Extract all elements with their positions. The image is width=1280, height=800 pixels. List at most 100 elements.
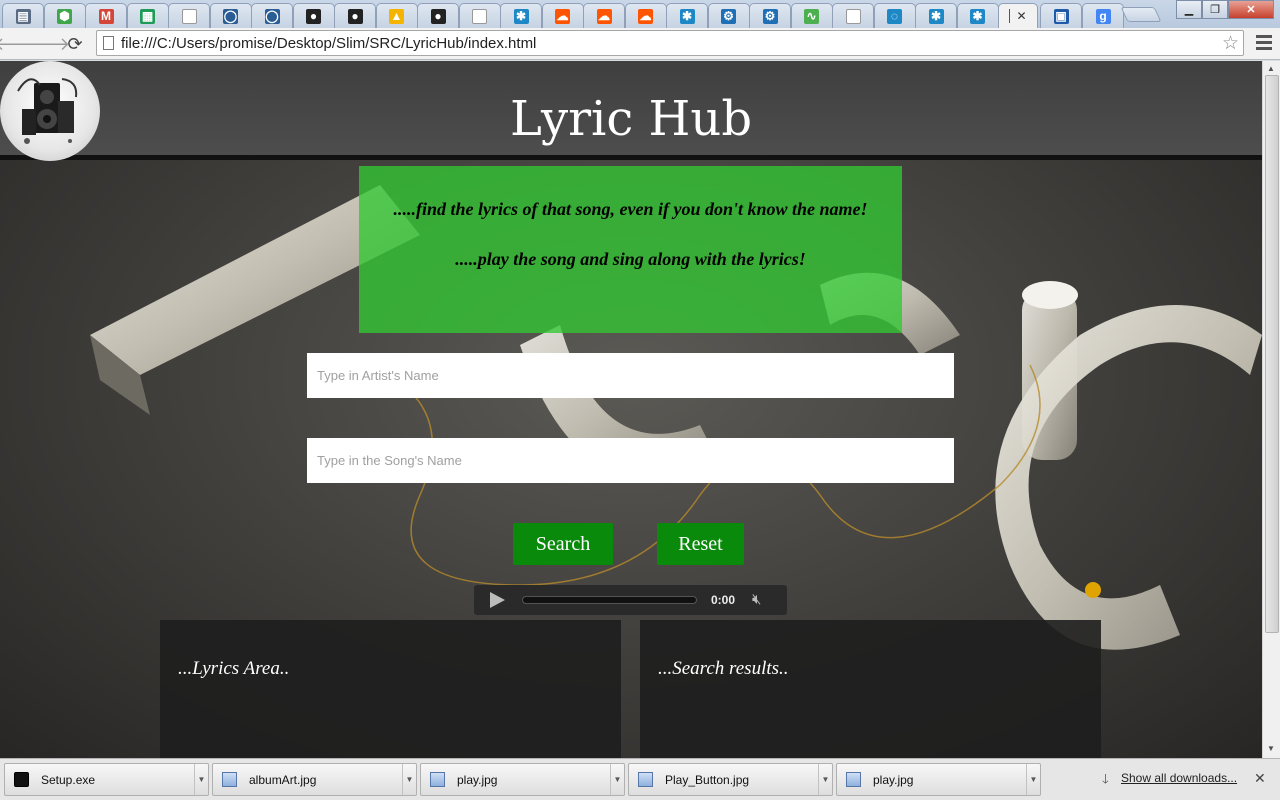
github-icon: ● [347,8,363,24]
page-scrollbar[interactable]: ▲ ▼ [1262,61,1280,758]
browser-tab[interactable]: ⬢ [43,3,86,28]
download-item[interactable]: play.jpg ▼ [836,763,1041,796]
image-file-icon [846,772,861,787]
browser-tab[interactable] [168,3,210,28]
download-menu-chevron-icon[interactable]: ▼ [194,764,208,795]
file-icon [845,8,861,24]
play-icon[interactable] [490,592,505,608]
download-filename: play.jpg [873,773,914,787]
audio-time: 0:00 [711,593,736,607]
snowflake-icon: ✱ [679,8,695,24]
download-menu-chevron-icon[interactable]: ▼ [818,764,832,795]
browser-tab[interactable]: ▦ [126,3,169,28]
tab-title-fragment [1009,9,1011,23]
audio-seek-bar[interactable] [522,596,697,604]
lyrics-area-panel: ...Lyrics Area.. [160,620,621,758]
browser-tab[interactable]: ☁ [541,3,584,28]
browser-tab[interactable] [832,3,874,28]
tab-strip: ▤ ⬢ M ▦ ◯ ◯ ● ● ▲ ● ✱ ☁ ☁ ☁ ✱ ⚙ ⚙ ∿ ◌ ✱ ✱ ✕ ▣ g ▁ ❐ ✕ [0,0,1280,28]
tagline-box: .....find the lyrics of that song, even … [359,166,902,333]
download-menu-chevron-icon[interactable]: ▼ [402,764,416,795]
image-file-icon [430,772,445,787]
chrome-menu-button[interactable] [1256,35,1272,53]
site-header: Lyric Hub [0,61,1262,161]
browser-tab[interactable]: ✱ [915,3,957,28]
executable-file-icon [14,772,29,787]
chart-icon: ∿ [804,8,819,24]
gmail-icon: M [98,8,114,24]
tagline-play: .....play the song and sing along with t… [455,249,806,269]
download-item[interactable]: Play_Button.jpg ▼ [628,763,833,796]
chat-icon: ◯ [264,8,280,24]
snowflake-icon: ✱ [928,8,944,24]
scroll-up-arrow-icon[interactable]: ▲ [1267,64,1275,73]
browser-tab[interactable]: ☁ [624,3,667,28]
browser-tab[interactable]: ☁ [583,3,625,28]
browser-tab[interactable]: ◯ [209,3,252,28]
volume-muted-icon[interactable]: 🔇︎ [752,591,761,608]
scroll-down-arrow-icon[interactable]: ▼ [1267,744,1275,753]
browser-tab[interactable]: ✱ [500,3,542,28]
browser-tab[interactable]: g [1082,3,1124,28]
download-shelf: Setup.exe ▼ albumArt.jpg ▼ play.jpg ▼ Play_But… [0,758,1280,800]
download-arrow-icon: 🡓 [1102,771,1109,786]
github-icon: ● [306,8,321,24]
shield-icon: ⬢ [57,8,72,24]
google-icon: g [1095,8,1111,24]
browser-tab[interactable]: ∿ [790,3,833,28]
browser-tab[interactable] [458,3,501,28]
window-controls: ▁ ❐ ✕ [1176,0,1274,19]
tab-close-icon[interactable]: ✕ [1016,9,1026,23]
new-tab-button[interactable] [1120,7,1162,22]
page-viewport: Lyric Hub .....find the lyrics of that s… [0,61,1262,758]
maximize-button[interactable]: ❐ [1202,0,1228,19]
browser-tab[interactable]: ▣ [1040,3,1082,28]
search-button[interactable]: Search [513,523,613,565]
browser-tab[interactable]: ▲ [375,3,418,28]
tagline-find: .....find the lyrics of that song, even … [393,199,868,219]
image-file-icon [638,772,653,787]
scrollbar-thumb[interactable] [1265,75,1279,633]
browser-tab[interactable]: ✱ [956,3,999,28]
browser-tab[interactable]: ⚙ [749,3,791,28]
browser-tab[interactable]: ● [292,3,335,28]
gear-icon: ⚙ [762,8,778,24]
close-shelf-icon[interactable]: ✕ [1254,770,1266,787]
browser-tab[interactable]: ▤ [2,3,44,28]
site-title: Lyric Hub [509,91,753,147]
download-menu-chevron-icon[interactable]: ▼ [1026,764,1040,795]
reload-button[interactable]: ⟳ [63,32,87,56]
download-item[interactable]: albumArt.jpg ▼ [212,763,417,796]
snowflake-icon: ✱ [970,8,985,24]
browser-tab[interactable]: ◯ [251,3,293,28]
image-file-icon [222,772,237,787]
browser-tab[interactable]: ⚙ [707,3,750,28]
bracket-icon: ▣ [1053,8,1069,24]
bookmark-star-icon[interactable]: ☆ [1222,32,1239,55]
file-icon [181,8,197,24]
github-icon: ● [430,8,446,24]
tab-active[interactable]: ✕ [998,3,1038,28]
download-filename: albumArt.jpg [249,773,317,787]
browser-tab[interactable]: ● [334,3,376,28]
browser-tab[interactable]: ◌ [873,3,916,28]
doc-icon: ▤ [15,8,31,24]
song-name-input[interactable] [307,438,954,483]
download-item[interactable]: play.jpg ▼ [420,763,625,796]
browser-tab[interactable]: ✱ [666,3,708,28]
download-item[interactable]: Setup.exe ▼ [4,763,209,796]
sheets-icon: ▦ [140,8,155,24]
page-icon [103,36,114,50]
show-all-downloads-link[interactable]: Show all downloads... [1121,771,1237,785]
artist-name-input[interactable] [307,353,954,398]
forward-button[interactable]: 🡒 [22,32,70,56]
minimize-button[interactable]: ▁ [1176,0,1202,19]
close-window-button[interactable]: ✕ [1228,0,1274,19]
download-menu-chevron-icon[interactable]: ▼ [610,764,624,795]
address-bar[interactable]: file:///C:/Users/promise/Desktop/Slim/SR… [96,30,1244,56]
snowflake-icon: ✱ [513,8,529,24]
browser-tab[interactable]: ● [417,3,459,28]
browser-tab[interactable]: M [85,3,127,28]
reset-button[interactable]: Reset [657,523,744,565]
lyrics-area-label: ...Lyrics Area.. [178,658,290,679]
